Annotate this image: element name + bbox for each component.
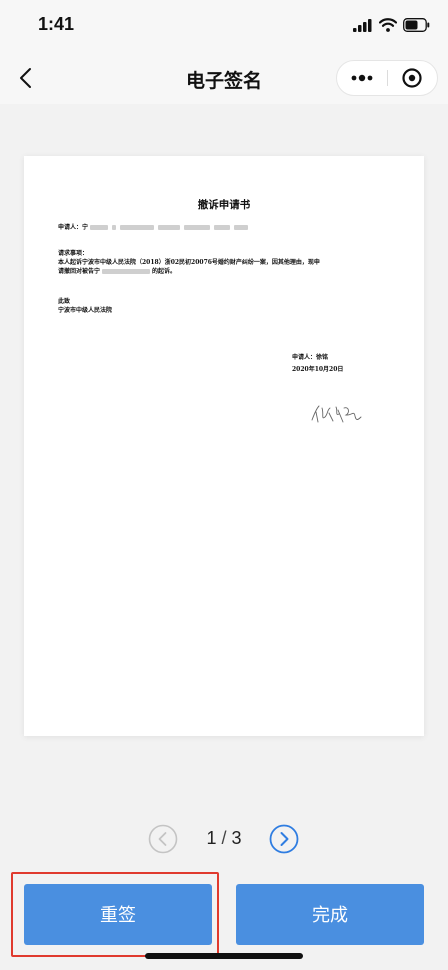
- close-target-icon: [402, 68, 422, 88]
- sign-date: 2020年10月20日: [292, 366, 344, 373]
- request-line-2: 请撤回对被告宁 的起诉。: [58, 268, 176, 276]
- current-page: 1: [206, 828, 217, 848]
- wifi-icon: [379, 18, 397, 32]
- closing-text: 此致: [58, 298, 71, 305]
- applicant-label: 申请人：宁: [58, 224, 89, 231]
- close-button[interactable]: [388, 61, 438, 95]
- status-icons: [353, 17, 430, 33]
- document-title: 撤诉申请书: [197, 199, 251, 211]
- next-page-button[interactable]: [269, 824, 299, 854]
- more-button[interactable]: [337, 61, 387, 95]
- home-indicator: [145, 953, 303, 959]
- prev-page-button[interactable]: [148, 824, 178, 854]
- next-page-icon: [269, 824, 299, 854]
- page-pager: 1 / 3: [0, 822, 448, 856]
- prev-page-icon: [148, 824, 178, 854]
- signal-icon: [353, 18, 372, 32]
- status-time: 1:41: [38, 14, 75, 34]
- page-separator: /: [221, 828, 227, 848]
- sign-applicant: 申请人：徐铭: [292, 354, 329, 361]
- mini-program-capsule: [336, 60, 438, 96]
- court-name: 宁波市中级人民法院: [58, 307, 113, 314]
- done-button[interactable]: 完成: [236, 884, 424, 945]
- status-bar: 1:41: [0, 0, 448, 54]
- request-heading: 请求事项：: [58, 250, 89, 257]
- handwritten-signature: 徐铭: [311, 405, 362, 423]
- request-line-2-suffix: 的起诉。: [152, 268, 177, 275]
- highlight-box: [11, 872, 219, 957]
- more-icon: [351, 74, 373, 82]
- nav-bar: 电子签名: [0, 54, 448, 104]
- request-line-2-prefix: 请撤回对被告宁: [58, 268, 101, 275]
- battery-icon: [403, 18, 430, 32]
- total-pages: 3: [231, 828, 242, 848]
- document-preview[interactable]: 撤诉申请书 申请人：宁 请求事项： 本人起诉宁波市中级人民法院（2018）浙02…: [24, 156, 424, 736]
- request-line-1: 本人起诉宁波市中级人民法院（2018）浙02民初20076号婚约财产纠纷一案，因…: [58, 259, 320, 266]
- page-indicator: 1 / 3: [188, 828, 260, 849]
- applicant-line: 申请人：宁: [58, 224, 250, 232]
